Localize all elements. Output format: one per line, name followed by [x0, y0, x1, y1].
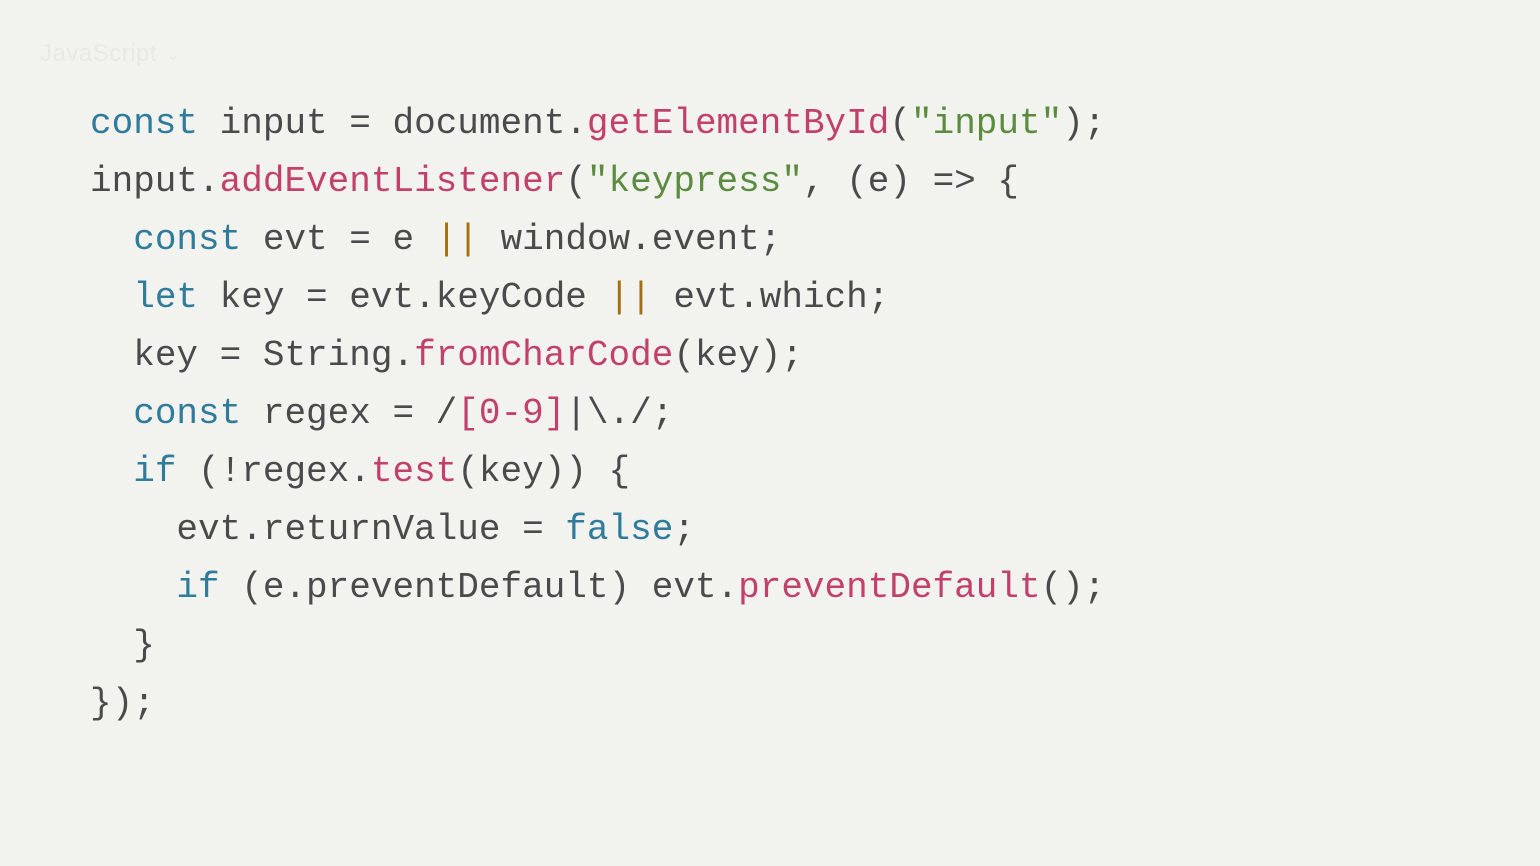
code-line-10: } [90, 625, 155, 666]
chevron-down-icon: ⌄ [165, 44, 181, 65]
code-block: const input = document.getElementById("i… [90, 95, 1105, 733]
language-label: JavaScript ⌄ [40, 40, 181, 68]
code-line-3: const evt = e || window.event; [90, 219, 781, 260]
code-line-9: if (e.preventDefault) evt.preventDefault… [90, 567, 1105, 608]
code-line-4: let key = evt.keyCode || evt.which; [90, 277, 889, 318]
code-line-11: }); [90, 683, 155, 724]
code-line-8: evt.returnValue = false; [90, 509, 695, 550]
code-line-7: if (!regex.test(key)) { [90, 451, 630, 492]
code-line-2: input.addEventListener("keypress", (e) =… [90, 161, 1019, 202]
code-line-5: key = String.fromCharCode(key); [90, 335, 803, 376]
code-line-1: const input = document.getElementById("i… [90, 103, 1105, 144]
code-line-6: const regex = /[0-9]|\./; [90, 393, 673, 434]
language-label-text: JavaScript [40, 40, 157, 68]
